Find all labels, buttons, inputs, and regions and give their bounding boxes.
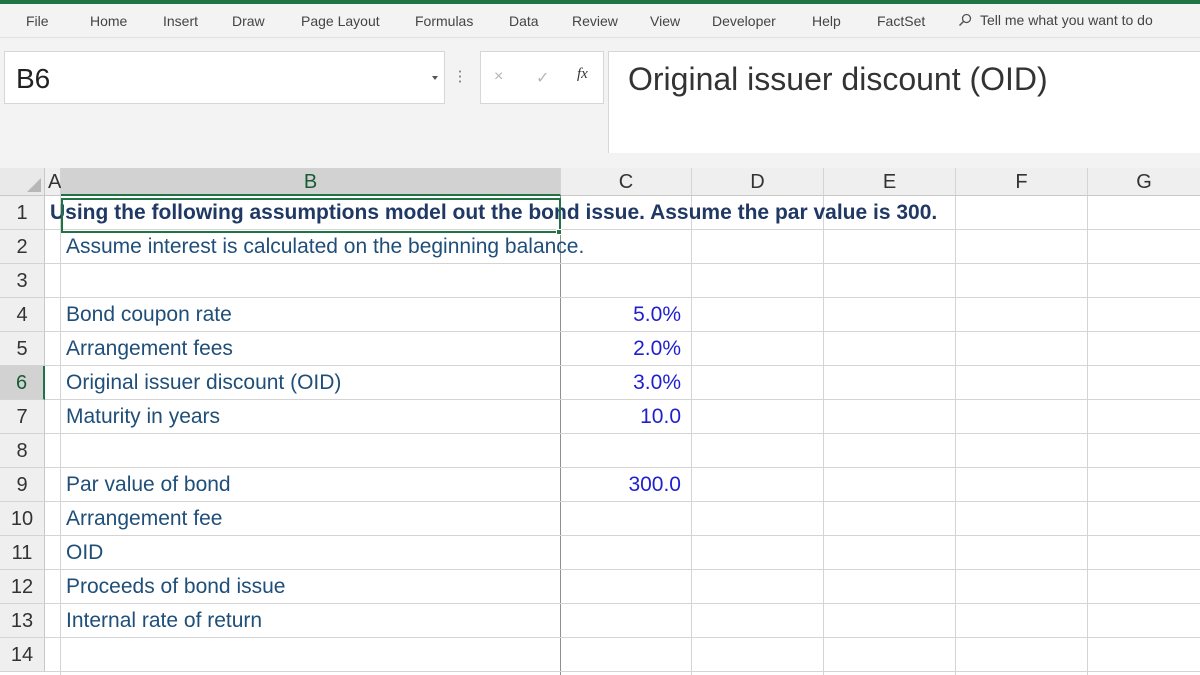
row-header-9[interactable]: 9 xyxy=(0,468,45,502)
tab-developer[interactable]: Developer xyxy=(712,13,776,29)
tab-review[interactable]: Review xyxy=(572,13,618,29)
column-header-c[interactable]: C xyxy=(561,168,692,196)
column-header-b[interactable]: B xyxy=(61,168,561,196)
tab-data[interactable]: Data xyxy=(509,13,539,29)
tab-page-layout[interactable]: Page Layout xyxy=(301,13,380,29)
row-header-14[interactable]: 14 xyxy=(0,638,45,672)
search-icon xyxy=(958,13,972,27)
column-header-e[interactable]: E xyxy=(824,168,956,196)
formula-content: Original issuer discount (OID) xyxy=(628,61,1048,97)
cell-b9-label[interactable]: Par value of bond xyxy=(66,468,556,502)
row-header-8[interactable]: 8 xyxy=(0,434,45,468)
formula-bar-splitter-icon[interactable] xyxy=(459,69,461,85)
fill-handle[interactable] xyxy=(556,229,562,235)
gridline xyxy=(45,671,1200,672)
name-box[interactable]: B6 xyxy=(4,51,445,104)
worksheet-grid[interactable]: A B C D E F G 1 2 3 4 5 6 7 8 9 10 11 12… xyxy=(0,168,1200,675)
cell-b10-label[interactable]: Arrangement fee xyxy=(66,502,556,536)
tab-insert[interactable]: Insert xyxy=(163,13,198,29)
ribbon-tabs: File Home Insert Draw Page Layout Formul… xyxy=(0,4,1200,38)
tab-home[interactable]: Home xyxy=(90,13,127,29)
row-header-11[interactable]: 11 xyxy=(0,536,45,570)
tab-view[interactable]: View xyxy=(650,13,680,29)
row-header-3[interactable]: 3 xyxy=(0,264,45,298)
row-header-4[interactable]: 4 xyxy=(0,298,45,332)
tab-draw[interactable]: Draw xyxy=(232,13,265,29)
row-header-10[interactable]: 10 xyxy=(0,502,45,536)
cell-b12-label[interactable]: Proceeds of bond issue xyxy=(66,570,556,604)
formula-buttons: × ✓ fx xyxy=(480,51,604,104)
enter-check-icon[interactable]: ✓ xyxy=(536,68,549,88)
name-box-value: B6 xyxy=(16,63,51,94)
active-cell-selection xyxy=(61,198,561,233)
select-all-button[interactable] xyxy=(0,168,45,196)
cell-b5-label[interactable]: Arrangement fees xyxy=(66,332,556,366)
formula-input[interactable]: Original issuer discount (OID) xyxy=(608,51,1200,153)
tab-factset[interactable]: FactSet xyxy=(877,13,925,29)
select-all-icon xyxy=(27,178,41,192)
cell-b6-label[interactable]: Original issuer discount (OID) xyxy=(66,366,556,400)
tell-me-label: Tell me what you want to do xyxy=(980,12,1153,28)
tab-file[interactable]: File xyxy=(26,13,49,29)
cell-c9-value[interactable]: 300.0 xyxy=(561,468,681,502)
cell-b7-label[interactable]: Maturity in years xyxy=(66,400,556,434)
cell-c7-value[interactable]: 10.0 xyxy=(561,400,681,434)
cell-b11-label[interactable]: OID xyxy=(66,536,556,570)
tell-me-search[interactable]: Tell me what you want to do xyxy=(958,12,1153,28)
row-header-5[interactable]: 5 xyxy=(0,332,45,366)
row-header-13[interactable]: 13 xyxy=(0,604,45,638)
cell-c6-value[interactable]: 3.0% xyxy=(561,366,681,400)
cell-b13-label[interactable]: Internal rate of return xyxy=(66,604,556,638)
cell-b2-note[interactable]: Assume interest is calculated on the beg… xyxy=(66,230,686,264)
cancel-icon[interactable]: × xyxy=(494,68,503,86)
column-header-f[interactable]: F xyxy=(956,168,1088,196)
insert-function-icon[interactable]: fx xyxy=(577,66,588,83)
tab-help[interactable]: Help xyxy=(812,13,841,29)
cell-b4-label[interactable]: Bond coupon rate xyxy=(66,298,556,332)
row-header-7[interactable]: 7 xyxy=(0,400,45,434)
row-header-12[interactable]: 12 xyxy=(0,570,45,604)
row-header-1[interactable]: 1 xyxy=(0,196,45,230)
tab-formulas[interactable]: Formulas xyxy=(415,13,473,29)
name-box-dropdown-icon[interactable] xyxy=(432,76,438,80)
row-header-2[interactable]: 2 xyxy=(0,230,45,264)
row-header-6[interactable]: 6 xyxy=(0,366,45,400)
column-header-g[interactable]: G xyxy=(1088,168,1200,196)
cell-c5-value[interactable]: 2.0% xyxy=(561,332,681,366)
column-header-d[interactable]: D xyxy=(692,168,824,196)
cell-c4-value[interactable]: 5.0% xyxy=(561,298,681,332)
column-header-a[interactable]: A xyxy=(45,168,61,196)
